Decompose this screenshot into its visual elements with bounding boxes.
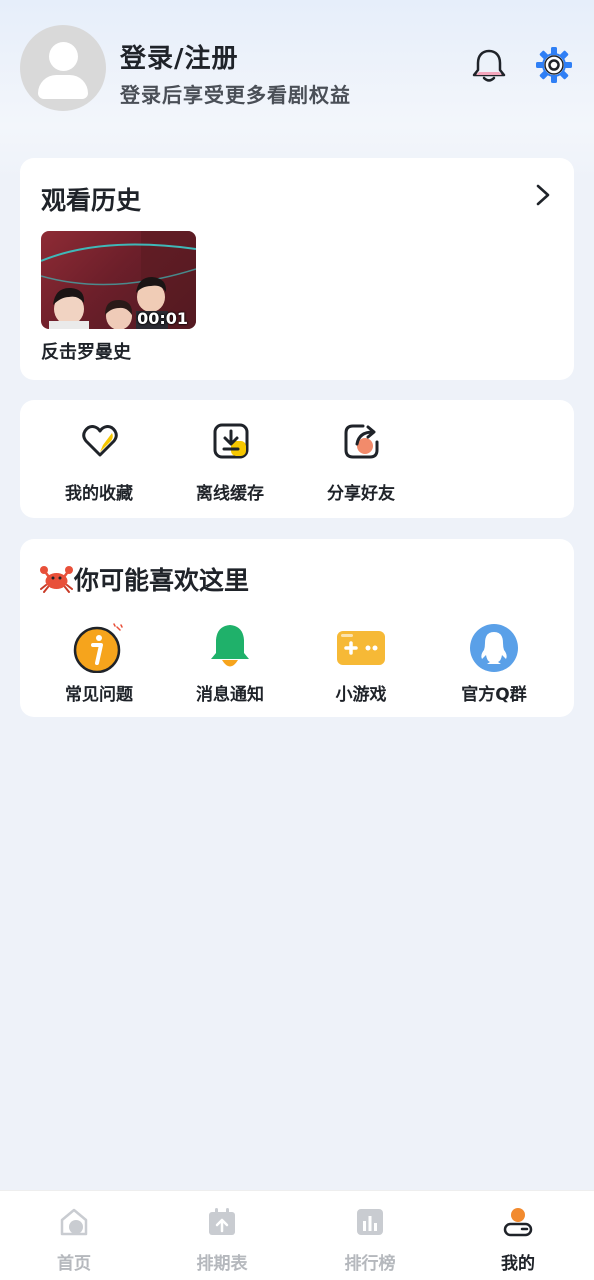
profile-header: 登录/注册 登录后享受更多看剧权益 xyxy=(0,0,594,140)
share-icon xyxy=(344,424,379,459)
watch-history-title: 观看历史 xyxy=(41,186,142,215)
home-icon xyxy=(60,1208,88,1236)
offline-cache-button[interactable]: 离线缓存 xyxy=(175,422,285,504)
info-icon xyxy=(73,623,123,673)
login-benefit-subtitle: 登录后享受更多看剧权益 xyxy=(120,83,351,107)
mini-games-button[interactable]: 小游戏 xyxy=(306,623,416,705)
function-shortcuts-card: 我的收藏 离线缓存 分享好友 xyxy=(20,400,574,518)
chevron-right-icon xyxy=(536,184,550,206)
tab-schedule-label: 排期表 xyxy=(196,1254,248,1274)
tab-mine-label: 我的 xyxy=(501,1254,535,1274)
gamepad-icon xyxy=(337,631,385,665)
offline-cache-label: 离线缓存 xyxy=(196,484,264,504)
history-item-thumbnail[interactable]: 00:01 xyxy=(41,231,196,329)
share-friends-button[interactable]: 分享好友 xyxy=(306,422,416,504)
share-friends-label: 分享好友 xyxy=(327,484,395,504)
calendar-icon xyxy=(209,1208,235,1235)
history-item-progress-time: 00:01 xyxy=(137,309,188,328)
history-item-title[interactable]: 反击罗曼史 xyxy=(41,338,131,364)
tab-home[interactable]: 首页 xyxy=(0,1191,148,1280)
tab-ranking[interactable]: 排行榜 xyxy=(296,1191,444,1280)
watch-history-card: 观看历史 00:01 反击罗曼史 xyxy=(20,158,574,380)
favorites-label: 我的收藏 xyxy=(65,484,133,504)
faq-label: 常见问题 xyxy=(65,685,133,705)
avatar[interactable] xyxy=(20,25,106,111)
watch-history-more-button[interactable] xyxy=(530,180,556,210)
message-notification-button[interactable]: 消息通知 xyxy=(175,623,285,705)
settings-button[interactable] xyxy=(535,46,573,84)
avatar-head-shape xyxy=(49,42,78,71)
crab-icon xyxy=(40,566,73,593)
tab-ranking-label: 排行榜 xyxy=(344,1254,396,1274)
download-icon xyxy=(213,423,249,459)
bell-icon xyxy=(472,49,506,82)
bottom-tab-bar: 首页 排期表 排行榜 我的 xyxy=(0,1190,594,1280)
mini-games-label: 小游戏 xyxy=(335,685,387,705)
tab-mine[interactable]: 我的 xyxy=(444,1191,592,1280)
notification-button[interactable] xyxy=(470,48,508,84)
tab-home-label: 首页 xyxy=(57,1254,91,1274)
notification-bell-icon xyxy=(211,625,249,667)
tab-schedule[interactable]: 排期表 xyxy=(148,1191,296,1280)
you-may-like-card: 你可能喜欢这里 常见问题 消息通知 小游戏 官方Q群 xyxy=(20,539,574,717)
official-qq-group-label: 官方Q群 xyxy=(461,685,527,705)
official-qq-group-button[interactable]: 官方Q群 xyxy=(439,623,549,705)
login-register-title[interactable]: 登录/注册 xyxy=(120,38,239,75)
you-may-like-title: 你可能喜欢这里 xyxy=(74,566,250,595)
heart-icon xyxy=(82,425,118,457)
gear-icon xyxy=(536,47,572,83)
avatar-body-shape xyxy=(38,75,88,99)
profile-icon xyxy=(503,1208,533,1237)
favorites-button[interactable]: 我的收藏 xyxy=(44,422,154,504)
qq-icon xyxy=(470,624,518,672)
faq-button[interactable]: 常见问题 xyxy=(44,623,154,705)
ranking-icon xyxy=(357,1209,383,1235)
message-notification-label: 消息通知 xyxy=(196,685,264,705)
